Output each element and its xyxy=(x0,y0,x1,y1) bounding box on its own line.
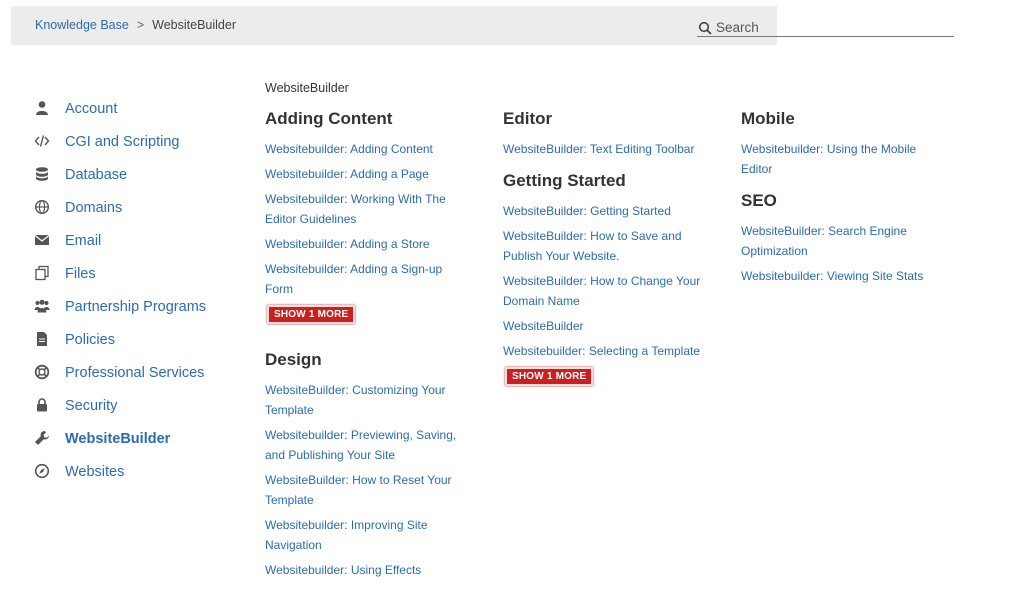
section-title: Mobile xyxy=(741,109,795,128)
article-link[interactable]: Websitebuilder: Adding Content xyxy=(265,139,465,159)
sidebar-item-label: WebsiteBuilder xyxy=(65,431,171,447)
sidebar: Account CGI and Scripting Database Domains E… xyxy=(34,99,254,495)
document-icon xyxy=(34,331,50,347)
section-seo: SEO WebsiteBuilder: Search Engine Optimiz… xyxy=(741,191,941,286)
article-link[interactable]: WebsiteBuilder: Getting Started xyxy=(503,201,703,221)
sidebar-item-professional-services[interactable]: Professional Services xyxy=(34,363,254,396)
breadcrumb-current: WebsiteBuilder xyxy=(152,18,236,32)
globe-icon xyxy=(34,199,50,215)
search-input[interactable] xyxy=(716,18,946,36)
lock-icon xyxy=(34,397,50,413)
sidebar-item-label: Email xyxy=(65,233,102,249)
search-box xyxy=(697,18,954,37)
top-bar: Knowledge Base > WebsiteBuilder xyxy=(11,6,777,45)
users-icon xyxy=(34,298,50,314)
show-more-button[interactable]: SHOW 1 MORE xyxy=(505,367,594,386)
breadcrumb: Knowledge Base > WebsiteBuilder xyxy=(35,18,236,32)
sidebar-item-label: Websites xyxy=(65,464,125,480)
sidebar-item-files[interactable]: Files xyxy=(34,264,254,297)
column-2: Editor WebsiteBuilder: Text Editing Toolb… xyxy=(503,109,703,412)
article-link[interactable]: WebsiteBuilder: How to Change Your Domai… xyxy=(503,271,703,311)
envelope-icon xyxy=(34,232,50,248)
search-icon[interactable] xyxy=(698,21,712,35)
section-design: Design WebsiteBuilder: Customizing Your T… xyxy=(265,350,465,580)
breadcrumb-knowledge-base-link[interactable]: Knowledge Base xyxy=(35,18,129,32)
sidebar-item-label: Partnership Programs xyxy=(65,299,207,315)
section-adding-content: Adding Content Websitebuilder: Adding Con… xyxy=(265,109,465,338)
sidebar-item-label: Professional Services xyxy=(65,365,205,381)
page-label: WebsiteBuilder xyxy=(265,81,349,95)
section-title: SEO xyxy=(741,191,777,210)
sidebar-item-partnership-programs[interactable]: Partnership Programs xyxy=(34,297,254,330)
article-link[interactable]: Websitebuilder: Viewing Site Stats xyxy=(741,266,941,286)
breadcrumb-separator: > xyxy=(136,18,145,32)
article-link[interactable]: Websitebuilder: Using the Mobile Editor xyxy=(741,139,941,179)
sidebar-item-label: Account xyxy=(65,101,118,117)
article-link[interactable]: Websitebuilder: Adding a Sign-up Form xyxy=(265,259,465,299)
column-1: Adding Content Websitebuilder: Adding Con… xyxy=(265,109,465,592)
sidebar-item-label: Policies xyxy=(65,332,115,348)
sidebar-item-policies[interactable]: Policies xyxy=(34,330,254,363)
sidebar-item-label: Domains xyxy=(65,200,123,216)
sidebar-item-label: Security xyxy=(65,398,118,414)
sidebar-item-account[interactable]: Account xyxy=(34,99,254,132)
files-icon xyxy=(34,265,50,281)
article-link[interactable]: Websitebuilder: Selecting a Template xyxy=(503,341,703,361)
sidebar-item-label: Files xyxy=(65,266,96,282)
article-link[interactable]: Websitebuilder: Working With The Editor … xyxy=(265,189,465,229)
sidebar-item-database[interactable]: Database xyxy=(34,165,254,198)
section-mobile: Mobile Websitebuilder: Using the Mobile E… xyxy=(741,109,941,179)
section-editor: Editor WebsiteBuilder: Text Editing Toolb… xyxy=(503,109,703,159)
user-icon xyxy=(34,100,50,116)
article-link[interactable]: WebsiteBuilder: How to Save and Publish … xyxy=(503,226,703,266)
article-link[interactable]: WebsiteBuilder xyxy=(503,316,703,336)
article-link[interactable]: WebsiteBuilder: Text Editing Toolbar xyxy=(503,139,703,159)
database-icon xyxy=(34,166,50,182)
show-more-button[interactable]: SHOW 1 MORE xyxy=(267,305,356,324)
article-link[interactable]: Websitebuilder: Improving Site Navigatio… xyxy=(265,515,465,555)
section-title: Getting Started xyxy=(503,171,626,190)
sidebar-item-cgi-and-scripting[interactable]: CGI and Scripting xyxy=(34,132,254,165)
section-title: Editor xyxy=(503,109,553,128)
wrench-icon xyxy=(34,430,50,446)
sidebar-item-security[interactable]: Security xyxy=(34,396,254,429)
sidebar-item-websitebuilder[interactable]: WebsiteBuilder xyxy=(34,429,254,462)
code-icon xyxy=(34,133,50,149)
compass-icon xyxy=(34,463,50,479)
sidebar-item-label: CGI and Scripting xyxy=(65,134,180,150)
article-link[interactable]: WebsiteBuilder: Customizing Your Templat… xyxy=(265,380,465,420)
section-title: Design xyxy=(265,350,322,369)
sidebar-item-domains[interactable]: Domains xyxy=(34,198,254,231)
sidebar-item-email[interactable]: Email xyxy=(34,231,254,264)
section-title: Adding Content xyxy=(265,109,393,128)
article-link[interactable]: Websitebuilder: Previewing, Saving, and … xyxy=(265,425,465,465)
lifebuoy-icon xyxy=(34,364,50,380)
sidebar-item-label: Database xyxy=(65,167,128,183)
column-3: Mobile Websitebuilder: Using the Mobile E… xyxy=(741,109,941,298)
sidebar-item-websites[interactable]: Websites xyxy=(34,462,254,495)
article-link[interactable]: WebsiteBuilder: Search Engine Optimizati… xyxy=(741,221,941,261)
section-getting-started: Getting Started WebsiteBuilder: Getting S… xyxy=(503,171,703,400)
article-link[interactable]: WebsiteBuilder: How to Reset Your Templa… xyxy=(265,470,465,510)
article-link[interactable]: Websitebuilder: Adding a Store xyxy=(265,234,465,254)
article-link[interactable]: Websitebuilder: Using Effects xyxy=(265,560,465,580)
article-link[interactable]: Websitebuilder: Adding a Page xyxy=(265,164,465,184)
